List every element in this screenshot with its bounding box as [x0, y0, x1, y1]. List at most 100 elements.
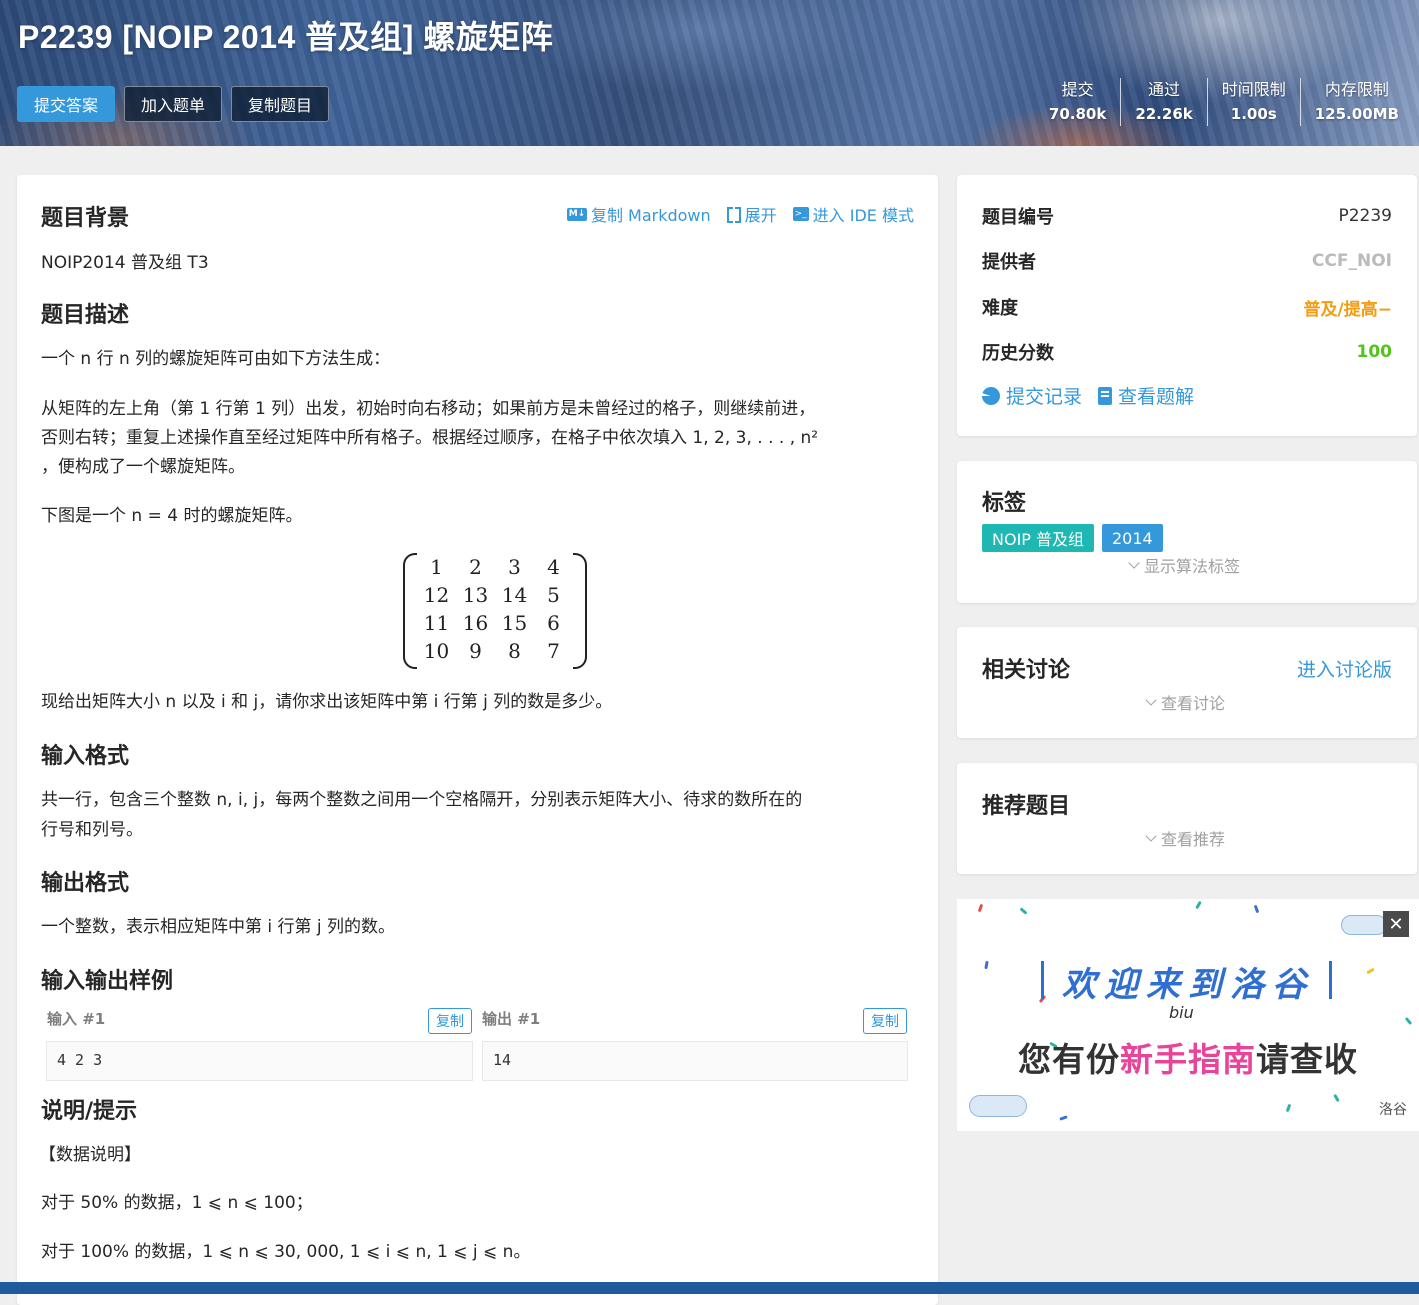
pie-chart-icon	[982, 386, 1000, 405]
copy-sample-output-button[interactable]: 复制	[863, 1008, 907, 1034]
chevron-down-icon	[1128, 556, 1140, 569]
matrix-right-paren	[573, 553, 587, 669]
recommend-heading: 推荐题目	[982, 794, 1071, 819]
stat-label: 内存限制	[1324, 80, 1389, 99]
history-score-label: 历史分数	[982, 343, 1054, 364]
matrix-cell: 14	[501, 583, 528, 607]
submission-records-link[interactable]: 提交记录	[982, 382, 1082, 409]
close-banner-icon[interactable]: ✕	[1383, 911, 1409, 937]
expand-link[interactable]: 展开	[726, 202, 777, 226]
matrix-cell: 11	[423, 611, 450, 635]
info-row-difficulty: 难度 普及/提高−	[982, 294, 1392, 320]
description-p4: 现给出矩阵大小 n 以及 i 和 j，请你求出该矩阵中第 i 行第 j 列的数是…	[41, 692, 613, 712]
stat-submissions: 提交 70.80k	[1035, 78, 1120, 126]
hint-line1: 对于 50% 的数据，1 ⩽ n ⩽ 100；	[41, 1193, 313, 1213]
stat-label: 时间限制	[1221, 80, 1286, 99]
enter-discussion-link[interactable]: 进入讨论版	[1297, 655, 1392, 682]
problem-header: P2239 [NOIP 2014 普及组] 螺旋矩阵 提交答案 加入题单 复制题…	[0, 0, 1419, 146]
book-icon	[1098, 386, 1113, 405]
bottom-edge-bar	[0, 1282, 1419, 1294]
view-recommend-label: 查看推荐	[1161, 830, 1226, 849]
confetti	[977, 903, 984, 913]
banner-biu-text: biu	[1169, 1003, 1194, 1022]
output-format-heading: 输出格式	[41, 871, 130, 896]
banner-brand: 洛谷	[1379, 1102, 1407, 1118]
view-discussion-toggle[interactable]: 查看讨论	[1145, 690, 1225, 714]
matrix-cell: 6	[547, 611, 560, 635]
beginner-guide-banner[interactable]: 欢迎来到洛谷 biu 您有份新手指南请查收 洛谷 ✕	[957, 899, 1419, 1131]
description-p1: 一个 n 行 n 列的螺旋矩阵可由如下方法生成：	[41, 349, 391, 369]
ide-mode-link[interactable]: >_ 进入 IDE 模式	[792, 202, 914, 226]
difficulty-value: 普及/提高−	[1303, 299, 1392, 320]
view-solutions-link[interactable]: 查看题解	[1098, 382, 1194, 409]
banner-guide-highlight: 新手指南	[1120, 1040, 1256, 1079]
statement-toolbar: M↓ 复制 Markdown 展开 >_ 进入 IDE 模式	[566, 202, 914, 226]
view-solutions-label: 查看题解	[1118, 386, 1195, 408]
description-p2-line3: ，便构成了一个螺旋矩阵。	[41, 457, 245, 477]
confetti	[1195, 900, 1202, 910]
sample-output-box[interactable]: 14	[482, 1041, 908, 1081]
view-recommend-toggle[interactable]: 查看推荐	[1145, 826, 1226, 850]
matrix-cell: 9	[469, 639, 482, 663]
stat-label: 通过	[1148, 80, 1181, 99]
cloud-decoration	[969, 1095, 1027, 1117]
matrix-cell: 4	[547, 555, 560, 579]
show-algorithm-tags-label: 显示算法标签	[1144, 557, 1241, 576]
spiral-matrix: 1 2 3 4 12 13 14 5 11 16 15 6 10 9 8 7	[403, 553, 587, 669]
difficulty-label: 难度	[982, 298, 1018, 319]
stat-memory-limit: 内存限制 125.00MB	[1299, 78, 1413, 126]
confetti	[1285, 1103, 1292, 1113]
matrix-cell: 16	[462, 611, 489, 635]
confetti	[1404, 1016, 1413, 1026]
sample-input-box[interactable]: 4 2 3	[46, 1041, 473, 1081]
provider-link[interactable]: CCF_NOI	[1312, 251, 1392, 271]
hint-heading: 说明/提示	[41, 1099, 138, 1124]
samples-heading: 输入输出样例	[41, 969, 174, 994]
banner-welcome-text: 欢迎来到洛谷	[1062, 965, 1314, 1005]
header-actions: 提交答案 加入题单 复制题目	[17, 86, 330, 122]
description-heading: 题目描述	[41, 303, 130, 328]
matrix-cell: 2	[469, 555, 482, 579]
input-format-line2: 行号和列号。	[41, 820, 143, 840]
copy-problem-button[interactable]: 复制题目	[231, 86, 330, 122]
sample-input-label: 输入 #1	[47, 1010, 106, 1028]
expand-icon	[726, 207, 741, 223]
banner-guide-part3: 请查收	[1256, 1040, 1358, 1079]
problem-title: P2239 [NOIP 2014 普及组] 螺旋矩阵	[18, 19, 554, 55]
confetti	[1333, 1093, 1340, 1103]
matrix-cell: 10	[423, 639, 450, 663]
copy-markdown-link[interactable]: M↓ 复制 Markdown	[566, 202, 711, 226]
info-row-score: 历史分数 100	[982, 339, 1392, 365]
history-score-value: 100	[1356, 342, 1393, 362]
show-algorithm-tags-toggle[interactable]: 显示算法标签	[1128, 553, 1241, 577]
matrix-grid: 1 2 3 4 12 13 14 5 11 16 15 6 10 9 8 7	[417, 553, 573, 665]
input-format-line1: 共一行，包含三个整数 n, i, j，每两个整数之间用一个空格隔开，分别表示矩阵…	[41, 790, 803, 810]
tag-noip-junior[interactable]: NOIP 普及组	[982, 524, 1095, 552]
sample-output-label: 输出 #1	[482, 1010, 541, 1028]
tag-2014[interactable]: 2014	[1102, 524, 1163, 552]
ide-mode-label: 进入 IDE 模式	[812, 206, 914, 225]
terminal-icon: >_	[792, 207, 809, 221]
matrix-cell: 15	[501, 611, 528, 635]
background-heading: 题目背景	[41, 206, 130, 231]
stat-value: 70.80k	[1048, 105, 1107, 123]
matrix-cell: 12	[423, 583, 450, 607]
problem-id-label: 题目编号	[982, 207, 1054, 228]
stat-value: 1.00s	[1230, 105, 1277, 123]
copy-markdown-label: 复制 Markdown	[590, 206, 711, 225]
submit-answer-button[interactable]: 提交答案	[17, 86, 116, 122]
discussion-heading: 相关讨论	[982, 658, 1071, 683]
stat-accepted: 通过 22.26k	[1120, 78, 1206, 126]
output-format-text: 一个整数，表示相应矩阵中第 i 行第 j 列的数。	[41, 917, 396, 937]
copy-sample-input-button[interactable]: 复制	[428, 1008, 472, 1034]
info-links: 提交记录 查看题解	[982, 382, 1194, 409]
markdown-icon: M↓	[566, 207, 587, 221]
stat-time-limit: 时间限制 1.00s	[1206, 78, 1300, 126]
info-row-id: 题目编号 P2239	[982, 203, 1392, 229]
chevron-down-icon	[1145, 829, 1157, 842]
discussion-card: 相关讨论 进入讨论版 查看讨论	[957, 627, 1417, 738]
hint-data-title: 【数据说明】	[39, 1145, 141, 1165]
add-to-list-button[interactable]: 加入题单	[124, 86, 223, 122]
submission-records-label: 提交记录	[1006, 386, 1083, 408]
banner-guide-part1: 您有份	[1018, 1040, 1120, 1079]
